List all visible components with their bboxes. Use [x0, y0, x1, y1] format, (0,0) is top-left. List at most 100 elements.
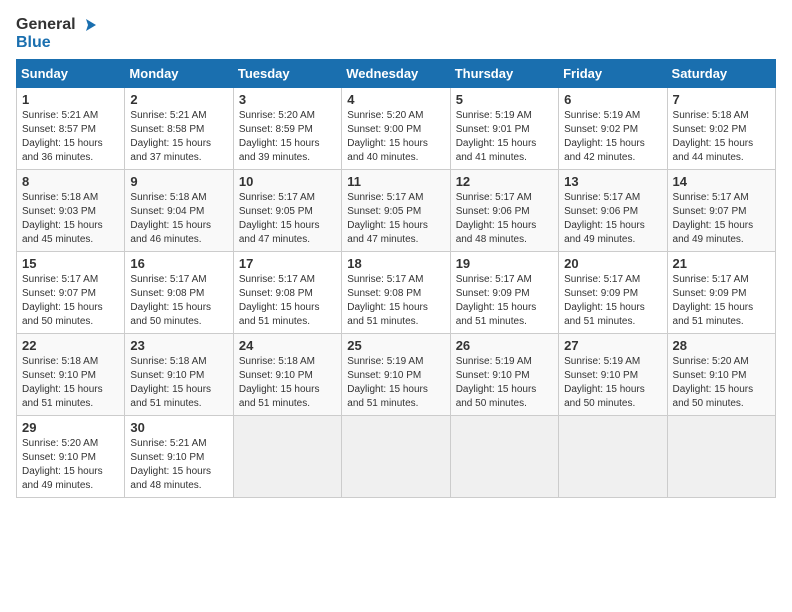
day-number: 2: [130, 92, 227, 107]
day-info: Sunrise: 5:21 AMSunset: 8:58 PMDaylight:…: [130, 109, 227, 165]
day-cell-13: 13 Sunrise: 5:17 AMSunset: 9:06 PMDayligh…: [559, 170, 667, 252]
day-info: Sunrise: 5:18 AMSunset: 9:10 PMDaylight:…: [130, 355, 227, 411]
day-cell-12: 12Sunrise: 5:17 AMSunset: 9:06 PMDayligh…: [450, 170, 558, 252]
week-row-1: 1 Sunrise: 5:21 AMSunset: 8:57 PMDaylight…: [17, 88, 776, 170]
empty-cell: [450, 416, 558, 498]
day-info: Sunrise: 5:17 AMSunset: 9:08 PMDaylight:…: [347, 273, 444, 329]
logo-container: General Blue: [16, 16, 98, 51]
column-header-wednesday: Wednesday: [342, 60, 450, 88]
day-info: Sunrise: 5:19 AMSunset: 9:10 PMDaylight:…: [456, 355, 553, 411]
week-row-4: 22 Sunrise: 5:18 AMSunset: 9:10 PMDayligh…: [17, 334, 776, 416]
day-cell-11: 11 Sunrise: 5:17 AMSunset: 9:05 PMDayligh…: [342, 170, 450, 252]
day-info: Sunrise: 5:20 AMSunset: 9:00 PMDaylight:…: [347, 109, 444, 165]
day-number: 13: [564, 174, 661, 189]
day-number: 14: [673, 174, 770, 189]
day-cell-22: 22 Sunrise: 5:18 AMSunset: 9:10 PMDayligh…: [17, 334, 125, 416]
day-number: 28: [673, 338, 770, 353]
day-number: 9: [130, 174, 227, 189]
day-number: 1: [22, 92, 119, 107]
day-cell-6: 6 Sunrise: 5:19 AMSunset: 9:02 PMDaylight…: [559, 88, 667, 170]
day-info: Sunrise: 5:17 AMSunset: 9:09 PMDaylight:…: [456, 273, 553, 329]
day-cell-3: 3Sunrise: 5:20 AMSunset: 8:59 PMDaylight…: [233, 88, 341, 170]
day-info: Sunrise: 5:17 AMSunset: 9:06 PMDaylight:…: [564, 191, 661, 247]
day-number: 21: [673, 256, 770, 271]
empty-cell: [233, 416, 341, 498]
day-cell-9: 9 Sunrise: 5:18 AMSunset: 9:04 PMDaylight…: [125, 170, 233, 252]
column-header-sunday: Sunday: [17, 60, 125, 88]
day-number: 25: [347, 338, 444, 353]
day-number: 6: [564, 92, 661, 107]
column-header-monday: Monday: [125, 60, 233, 88]
column-header-thursday: Thursday: [450, 60, 558, 88]
day-number: 27: [564, 338, 661, 353]
day-cell-4: 4 Sunrise: 5:20 AMSunset: 9:00 PMDaylight…: [342, 88, 450, 170]
day-info: Sunrise: 5:17 AMSunset: 9:09 PMDaylight:…: [564, 273, 661, 329]
week-row-3: 15 Sunrise: 5:17 AMSunset: 9:07 PMDayligh…: [17, 252, 776, 334]
day-info: Sunrise: 5:18 AMSunset: 9:02 PMDaylight:…: [673, 109, 770, 165]
logo-arrow-icon: [78, 17, 98, 33]
day-number: 7: [673, 92, 770, 107]
empty-cell: [342, 416, 450, 498]
calendar-table: SundayMondayTuesdayWednesdayThursdayFrid…: [16, 59, 776, 498]
day-info: Sunrise: 5:21 AMSunset: 9:10 PMDaylight:…: [130, 437, 227, 493]
day-cell-27: 27 Sunrise: 5:19 AMSunset: 9:10 PMDayligh…: [559, 334, 667, 416]
day-number: 23: [130, 338, 227, 353]
empty-cell: [559, 416, 667, 498]
day-info: Sunrise: 5:19 AMSunset: 9:10 PMDaylight:…: [564, 355, 661, 411]
day-info: Sunrise: 5:18 AMSunset: 9:04 PMDaylight:…: [130, 191, 227, 247]
day-cell-26: 26 Sunrise: 5:19 AMSunset: 9:10 PMDayligh…: [450, 334, 558, 416]
day-number: 18: [347, 256, 444, 271]
day-info: Sunrise: 5:19 AMSunset: 9:10 PMDaylight:…: [347, 355, 444, 411]
logo: General Blue: [16, 16, 98, 51]
day-cell-23: 23 Sunrise: 5:18 AMSunset: 9:10 PMDayligh…: [125, 334, 233, 416]
day-cell-5: 5Sunrise: 5:19 AMSunset: 9:01 PMDaylight…: [450, 88, 558, 170]
day-cell-7: 7 Sunrise: 5:18 AMSunset: 9:02 PMDaylight…: [667, 88, 775, 170]
day-cell-1: 1 Sunrise: 5:21 AMSunset: 8:57 PMDaylight…: [17, 88, 125, 170]
day-info: Sunrise: 5:17 AMSunset: 9:07 PMDaylight:…: [22, 273, 119, 329]
day-info: Sunrise: 5:18 AMSunset: 9:10 PMDaylight:…: [22, 355, 119, 411]
day-info: Sunrise: 5:17 AMSunset: 9:08 PMDaylight:…: [239, 273, 336, 329]
day-number: 19: [456, 256, 553, 271]
day-cell-15: 15 Sunrise: 5:17 AMSunset: 9:07 PMDayligh…: [17, 252, 125, 334]
day-info: Sunrise: 5:17 AMSunset: 9:05 PMDaylight:…: [239, 191, 336, 247]
page-header: General Blue: [16, 16, 776, 51]
day-number: 24: [239, 338, 336, 353]
day-cell-8: 8 Sunrise: 5:18 AMSunset: 9:03 PMDaylight…: [17, 170, 125, 252]
day-number: 5: [456, 92, 553, 107]
day-cell-14: 14Sunrise: 5:17 AMSunset: 9:07 PMDayligh…: [667, 170, 775, 252]
day-cell-2: 2 Sunrise: 5:21 AMSunset: 8:58 PMDaylight…: [125, 88, 233, 170]
day-number: 4: [347, 92, 444, 107]
day-info: Sunrise: 5:21 AMSunset: 8:57 PMDaylight:…: [22, 109, 119, 165]
day-number: 22: [22, 338, 119, 353]
column-header-tuesday: Tuesday: [233, 60, 341, 88]
day-info: Sunrise: 5:18 AMSunset: 9:10 PMDaylight:…: [239, 355, 336, 411]
day-cell-28: 28 Sunrise: 5:20 AMSunset: 9:10 PMDayligh…: [667, 334, 775, 416]
header-row: SundayMondayTuesdayWednesdayThursdayFrid…: [17, 60, 776, 88]
day-info: Sunrise: 5:20 AMSunset: 9:10 PMDaylight:…: [673, 355, 770, 411]
day-info: Sunrise: 5:20 AMSunset: 8:59 PMDaylight:…: [239, 109, 336, 165]
day-cell-10: 10 Sunrise: 5:17 AMSunset: 9:05 PMDayligh…: [233, 170, 341, 252]
day-cell-16: 16 Sunrise: 5:17 AMSunset: 9:08 PMDayligh…: [125, 252, 233, 334]
day-info: Sunrise: 5:17 AMSunset: 9:08 PMDaylight:…: [130, 273, 227, 329]
week-row-2: 8 Sunrise: 5:18 AMSunset: 9:03 PMDaylight…: [17, 170, 776, 252]
day-number: 10: [239, 174, 336, 189]
day-info: Sunrise: 5:19 AMSunset: 9:02 PMDaylight:…: [564, 109, 661, 165]
day-number: 17: [239, 256, 336, 271]
day-number: 26: [456, 338, 553, 353]
column-header-friday: Friday: [559, 60, 667, 88]
day-number: 30: [130, 420, 227, 435]
day-number: 8: [22, 174, 119, 189]
day-cell-19: 19 Sunrise: 5:17 AMSunset: 9:09 PMDayligh…: [450, 252, 558, 334]
day-number: 16: [130, 256, 227, 271]
empty-cell: [667, 416, 775, 498]
day-number: 15: [22, 256, 119, 271]
day-number: 12: [456, 174, 553, 189]
day-cell-24: 24 Sunrise: 5:18 AMSunset: 9:10 PMDayligh…: [233, 334, 341, 416]
day-cell-21: 21 Sunrise: 5:17 AMSunset: 9:09 PMDayligh…: [667, 252, 775, 334]
day-info: Sunrise: 5:18 AMSunset: 9:03 PMDaylight:…: [22, 191, 119, 247]
day-number: 11: [347, 174, 444, 189]
day-info: Sunrise: 5:17 AMSunset: 9:09 PMDaylight:…: [673, 273, 770, 329]
day-cell-25: 25 Sunrise: 5:19 AMSunset: 9:10 PMDayligh…: [342, 334, 450, 416]
logo-blue: Blue: [16, 34, 98, 52]
day-info: Sunrise: 5:17 AMSunset: 9:05 PMDaylight:…: [347, 191, 444, 247]
